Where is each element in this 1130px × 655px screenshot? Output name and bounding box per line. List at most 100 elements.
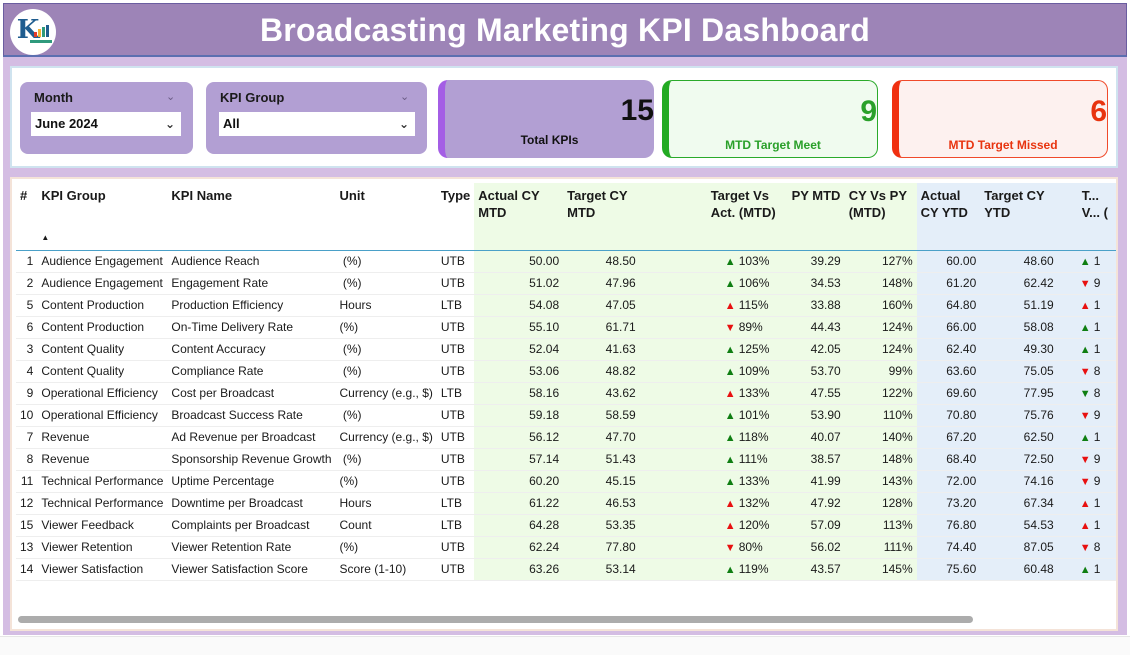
- table-row[interactable]: 10 Operational Efficiency Broadcast Succes…: [16, 404, 1116, 427]
- py-mtd-cell: 53.70: [787, 360, 845, 383]
- col-header-target-cy-ytd[interactable]: Target CY YTD: [980, 183, 1058, 251]
- kpi-group-slicer-label: KPI Group: [220, 90, 285, 105]
- kpi-group-dropdown[interactable]: All ⌄: [219, 112, 415, 136]
- target-vs-act-ytd-cell-value: 1: [1093, 518, 1101, 532]
- triangle-up-icon: ▲: [1079, 432, 1091, 444]
- row-number: 14: [16, 558, 38, 581]
- target-cy-mtd-cell: 47.70: [563, 426, 640, 449]
- col-header-type[interactable]: Type: [436, 183, 475, 251]
- target-cy-ytd-cell: 49.30: [980, 338, 1058, 361]
- target-vs-act-ytd-cell-value: 8: [1093, 540, 1101, 554]
- type-cell: UTB: [436, 536, 475, 559]
- total-kpis-value: 15: [620, 94, 654, 127]
- chevron-down-icon[interactable]: ⌄: [400, 90, 409, 103]
- target-vs-act-ytd-cell-value: 1: [1093, 496, 1101, 510]
- target-cy-ytd-cell: 54.53: [980, 514, 1058, 537]
- mtd-target-meet-value: 9: [860, 95, 877, 128]
- kpi-name-cell: Ad Revenue per Broadcast: [167, 426, 336, 449]
- py-mtd-cell: 47.55: [787, 382, 845, 405]
- triangle-up-icon: ▲: [724, 388, 736, 400]
- target-vs-act-mtd-cell: ▲ 118%: [639, 426, 788, 449]
- actual-cy-mtd-cell: 61.22: [474, 492, 564, 515]
- target-vs-act-mtd-cell: ▼ 80%: [639, 536, 788, 559]
- target-cy-ytd-cell: 58.08: [980, 316, 1058, 339]
- kpi-name-cell: Viewer Retention Rate: [167, 536, 336, 559]
- chevron-down-icon[interactable]: ⌄: [166, 90, 175, 103]
- py-mtd-cell: 34.53: [787, 272, 845, 295]
- kpi-group-cell: Audience Engagement: [37, 250, 168, 273]
- table-row[interactable]: 7 Revenue Ad Revenue per Broadcast Currency…: [16, 426, 1116, 449]
- table-row[interactable]: 3 Content Quality Content Accuracy (%) UTB 5…: [16, 338, 1116, 361]
- sort-ascending-icon[interactable]: ▲: [41, 229, 49, 246]
- table-row[interactable]: 5 Content Production Production Efficiency…: [16, 294, 1116, 317]
- target-vs-act-ytd-cell-value: 1: [1093, 342, 1101, 356]
- col-header-py-mtd[interactable]: PY MTD: [787, 183, 845, 251]
- chevron-down-icon: ⌄: [164, 117, 175, 131]
- kpi-name-cell: Content Accuracy: [167, 338, 336, 361]
- target-vs-act-ytd-cell-value: 8: [1093, 364, 1101, 378]
- month-slicer: Month ⌄ June 2024 ⌄: [20, 82, 193, 154]
- table-row[interactable]: 14 Viewer Satisfaction Viewer Satisfaction…: [16, 558, 1116, 581]
- mtd-target-missed-card: 6 MTD Target Missed: [892, 80, 1108, 158]
- chevron-down-icon: ⌄: [398, 117, 409, 131]
- table-header-row: # KPI Group ▲ KPI Name Unit Type Actual C…: [16, 183, 1116, 251]
- table-row[interactable]: 12 Technical Performance Downtime per Broa…: [16, 492, 1116, 515]
- kpi-name-cell: Engagement Rate: [167, 272, 336, 295]
- target-vs-act-ytd-cell-value: 1: [1093, 298, 1101, 312]
- type-cell: UTB: [436, 558, 475, 581]
- table-row[interactable]: 6 Content Production On-Time Delivery Rate…: [16, 316, 1116, 339]
- actual-cy-mtd-cell: 64.28: [474, 514, 564, 537]
- kpi-group-cell: Technical Performance: [37, 492, 168, 515]
- table-row[interactable]: 8 Revenue Sponsorship Revenue Growth (%) UT…: [16, 448, 1116, 471]
- month-dropdown[interactable]: June 2024 ⌄: [31, 112, 181, 136]
- table-row[interactable]: 4 Content Quality Compliance Rate (%) UTB 53…: [16, 360, 1116, 383]
- table-row[interactable]: 9 Operational Efficiency Cost per Broadcas…: [16, 382, 1116, 405]
- triangle-down-icon: ▼: [1079, 366, 1091, 378]
- triangle-up-icon: ▲: [724, 278, 736, 290]
- col-header-kpi-name[interactable]: KPI Name: [167, 183, 336, 251]
- table-row[interactable]: 1 Audience Engagement Audience Reach (%) UT…: [16, 250, 1116, 273]
- target-vs-act-ytd-cell-value: 9: [1093, 452, 1101, 466]
- triangle-up-icon: ▲: [1079, 300, 1091, 312]
- triangle-up-icon: ▲: [724, 366, 736, 378]
- actual-cy-ytd-cell: 64.80: [916, 294, 981, 317]
- table-row[interactable]: 13 Viewer Retention Viewer Retention Rate(…: [16, 536, 1116, 559]
- py-mtd-cell: 39.29: [787, 250, 845, 273]
- table-row[interactable]: 15 Viewer Feedback Complaints per Broadcas…: [16, 514, 1116, 537]
- target-vs-act-mtd-cell-value: 118%: [738, 430, 769, 444]
- actual-cy-ytd-cell: 76.80: [916, 514, 981, 537]
- actual-cy-mtd-cell: 60.20: [474, 470, 564, 493]
- col-header-kpi-group[interactable]: KPI Group ▲: [37, 183, 168, 251]
- type-cell: LTB: [436, 294, 475, 317]
- target-cy-ytd-cell: 51.19: [980, 294, 1058, 317]
- unit-cell: (%): [335, 360, 437, 383]
- type-cell: LTB: [436, 514, 475, 537]
- col-header-target-vs-act-ytd[interactable]: T... V... (: [1057, 183, 1116, 251]
- target-vs-act-mtd-cell-value: 119%: [738, 562, 769, 576]
- row-number: 12: [16, 492, 38, 515]
- target-vs-act-mtd-cell: ▲ 109%: [639, 360, 788, 383]
- kpi-group-cell: Content Quality: [37, 360, 168, 383]
- col-header-cy-vs-py-mtd[interactable]: CY Vs PY (MTD): [844, 183, 917, 251]
- col-header-number[interactable]: #: [16, 183, 38, 251]
- triangle-down-icon: ▼: [1079, 454, 1091, 466]
- col-header-actual-cy-ytd[interactable]: Actual CY YTD: [916, 183, 981, 251]
- target-vs-act-mtd-cell-value: 132%: [738, 496, 770, 510]
- table-row[interactable]: 2 Audience Engagement Engagement Rate (%) U…: [16, 272, 1116, 295]
- kpi-name-cell: Complaints per Broadcast: [167, 514, 336, 537]
- col-header-target-vs-act-mtd[interactable]: Target Vs Act. (MTD): [639, 183, 788, 251]
- horizontal-scrollbar-thumb[interactable]: [18, 616, 973, 623]
- kpi-name-cell: On-Time Delivery Rate: [167, 316, 336, 339]
- unit-cell: Count: [335, 514, 437, 537]
- type-cell: UTB: [436, 448, 475, 471]
- cy-vs-py-mtd-cell: 124%: [844, 316, 917, 339]
- triangle-up-icon: ▲: [724, 476, 736, 488]
- col-header-unit[interactable]: Unit: [335, 183, 437, 251]
- kpi-group-cell: Content Production: [37, 316, 168, 339]
- col-header-target-cy-mtd[interactable]: Target CY MTD: [563, 183, 640, 251]
- target-cy-ytd-cell: 74.16: [980, 470, 1058, 493]
- table-row[interactable]: 11 Technical Performance Uptime Percentage…: [16, 470, 1116, 493]
- actual-cy-ytd-cell: 70.80: [916, 404, 981, 427]
- col-header-actual-cy-mtd[interactable]: Actual CY MTD: [474, 183, 564, 251]
- kpi-name-cell: Uptime Percentage: [167, 470, 336, 493]
